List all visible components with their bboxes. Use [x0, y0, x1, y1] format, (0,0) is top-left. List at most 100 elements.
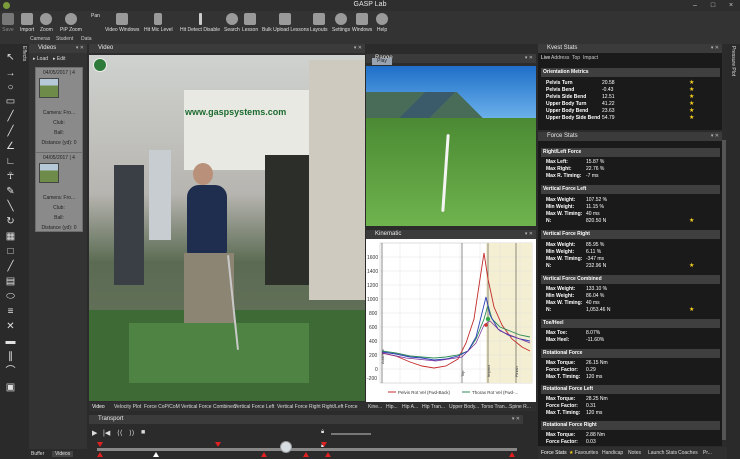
effects-tab[interactable]: Effects: [19, 46, 27, 76]
play-icon[interactable]: ▶: [92, 429, 97, 437]
marker-red-up[interactable]: [325, 452, 331, 457]
hatch-tool-icon[interactable]: ▦: [5, 231, 16, 242]
erase-tool-icon[interactable]: ▣: [5, 382, 16, 393]
view-tab-velocity-plot[interactable]: Velocity Plot: [114, 403, 141, 411]
cross-tool-icon[interactable]: ✕: [5, 321, 16, 332]
view-tab-kinematic[interactable]: Kine...: [368, 403, 382, 411]
settings-button[interactable]: Settings: [332, 13, 350, 33]
body-tool-icon[interactable]: ☥: [5, 171, 16, 182]
pan-button[interactable]: ✥Pan: [91, 13, 100, 19]
ribbon-tab-data[interactable]: Data: [81, 36, 92, 42]
kvest-tab-live[interactable]: Live: [541, 55, 550, 61]
search-button[interactable]: Search: [224, 13, 240, 33]
left-tab-videos[interactable]: Videos: [52, 451, 74, 457]
lock-icon[interactable]: 🔒︎: [321, 429, 324, 436]
angle-tool-icon[interactable]: ∠: [5, 141, 16, 152]
marker-red-up[interactable]: [303, 452, 309, 457]
video-windows-button[interactable]: Video Windows: [105, 13, 139, 33]
layouts-button[interactable]: Layouts: [310, 13, 328, 33]
ellipse-tool-icon[interactable]: ⬭: [5, 291, 16, 302]
panel-controls-icon[interactable]: ▾ ✕: [525, 54, 533, 63]
marker-white-up[interactable]: [153, 452, 159, 457]
bar-tool-icon[interactable]: ▬: [5, 336, 16, 347]
marker-red-up[interactable]: [97, 452, 103, 457]
force-scrollbar[interactable]: [722, 140, 726, 440]
favourite-star-icon[interactable]: ★: [689, 80, 694, 87]
marker-red-down[interactable]: [321, 442, 327, 447]
view-tab-torso-translation[interactable]: Torso Tran...: [481, 403, 509, 411]
favourite-star-icon[interactable]: ★: [689, 101, 694, 108]
line-tool-icon[interactable]: ╱: [5, 111, 16, 122]
bulk-upload-lessons-button[interactable]: Bulk Upload Lessons: [262, 13, 309, 33]
import-button[interactable]: Import: [20, 13, 34, 33]
lines-tool-icon[interactable]: ≡: [5, 306, 16, 317]
stat-tab-coaches[interactable]: Coaches: [678, 449, 698, 457]
windows-button[interactable]: Windows: [352, 13, 372, 33]
favourite-star-icon[interactable]: ★: [689, 108, 694, 115]
stat-tab-notes[interactable]: Notes: [628, 449, 641, 457]
favourite-star-icon[interactable]: ★: [689, 94, 694, 101]
marker-red-down[interactable]: [97, 442, 103, 447]
view-tab-force-cop[interactable]: Force CoP/CoM: [144, 403, 180, 411]
panel-controls-icon[interactable]: ▾ ✕: [525, 230, 533, 239]
rewind-icon[interactable]: ⟨⟨: [117, 429, 122, 437]
rotate-tool-icon[interactable]: ↻: [5, 216, 16, 227]
close-button[interactable]: ×: [722, 0, 740, 11]
view-tab-hip-translation[interactable]: Hip Tran...: [422, 403, 445, 411]
marker-red-up[interactable]: [261, 452, 267, 457]
play-button[interactable]: Play: [372, 58, 392, 65]
hit-detect-disable-button[interactable]: Hit Detect Disable: [180, 13, 220, 33]
kvest-tab-top[interactable]: Top: [572, 55, 580, 61]
save-button[interactable]: Save: [2, 13, 14, 33]
stat-tab-handicap[interactable]: Handicap: [602, 449, 623, 457]
timeline-handle[interactable]: [280, 441, 292, 453]
view-tab-right-left-force[interactable]: Right/Left Force: [322, 403, 358, 411]
panel-controls-icon[interactable]: ▾ ✕: [512, 415, 520, 424]
panel-controls-icon[interactable]: ▾ ✕: [711, 132, 719, 141]
parallel-tool-icon[interactable]: ∥: [5, 351, 16, 362]
view-tab-vertical-force-combined[interactable]: Vertical Force Combined: [181, 403, 236, 411]
panel-controls-icon[interactable]: ▾ ✕: [76, 44, 84, 53]
kvest-tab-impact[interactable]: Impact: [583, 55, 598, 61]
angle-tool-2-icon[interactable]: ∟: [5, 156, 16, 167]
kvest-tab-address[interactable]: Address: [551, 55, 569, 61]
view-tab-hip[interactable]: Hip...: [386, 403, 398, 411]
left-tab-buffer[interactable]: Buffer: [31, 451, 44, 457]
speed-slider[interactable]: [331, 433, 371, 435]
pointer-tool-icon[interactable]: ↖: [5, 52, 16, 63]
line-tool-2-icon[interactable]: ╱: [5, 126, 16, 137]
lesson-button[interactable]: Lesson: [242, 13, 258, 33]
favourite-star-icon[interactable]: ★: [689, 218, 694, 225]
pen-tool-icon[interactable]: ✎: [5, 186, 16, 197]
video-list-item[interactable]: 04/05/2017 | 4 Camera: Fro... Club: Ball…: [35, 152, 83, 232]
hit-mic-level-button[interactable]: Hit Mic Level: [144, 13, 173, 33]
maximize-button[interactable]: □: [704, 0, 722, 11]
help-button[interactable]: Help: [376, 13, 388, 33]
edit-button[interactable]: ▸ Edit: [53, 56, 66, 62]
stat-tab-favourites[interactable]: ★ Favourites: [569, 449, 598, 457]
rectangle-tool-icon[interactable]: ▭: [5, 96, 16, 107]
timeline-track[interactable]: [97, 448, 517, 451]
favourite-star-icon[interactable]: ★: [689, 307, 694, 314]
marker-red-up[interactable]: [509, 452, 515, 457]
stat-tab-more[interactable]: Pr...: [703, 449, 712, 457]
stat-tab-launch-stats[interactable]: Launch Stats: [648, 449, 677, 457]
pip-zoom-button[interactable]: PiP Zoom: [60, 13, 82, 33]
arrow-tool-icon[interactable]: →: [5, 68, 16, 79]
grid-tool-icon[interactable]: ▤: [5, 276, 16, 287]
minimize-button[interactable]: –: [686, 0, 704, 11]
marker-tool-icon[interactable]: ╲: [5, 201, 16, 212]
curve-tool-icon[interactable]: ⌒: [5, 366, 16, 377]
view-tab-spine[interactable]: Spine R...: [509, 403, 531, 411]
circle-tool-icon[interactable]: ○: [5, 82, 16, 93]
marker-red-down[interactable]: [215, 442, 221, 447]
view-tab-hip-angle[interactable]: Hip A...: [402, 403, 418, 411]
ribbon-tab-cameras[interactable]: Cameras: [30, 36, 50, 42]
view-tab-upper-body[interactable]: Upper Body...: [449, 403, 479, 411]
step-back-icon[interactable]: |◀: [103, 429, 110, 437]
pressure-plot-tab[interactable]: Pressure Plot: [730, 46, 736, 76]
load-button[interactable]: ▸ Load: [33, 56, 48, 62]
ribbon-tab-student[interactable]: Student: [56, 36, 73, 42]
favourite-star-icon[interactable]: ★: [689, 87, 694, 94]
favourite-star-icon[interactable]: ★: [689, 263, 694, 270]
